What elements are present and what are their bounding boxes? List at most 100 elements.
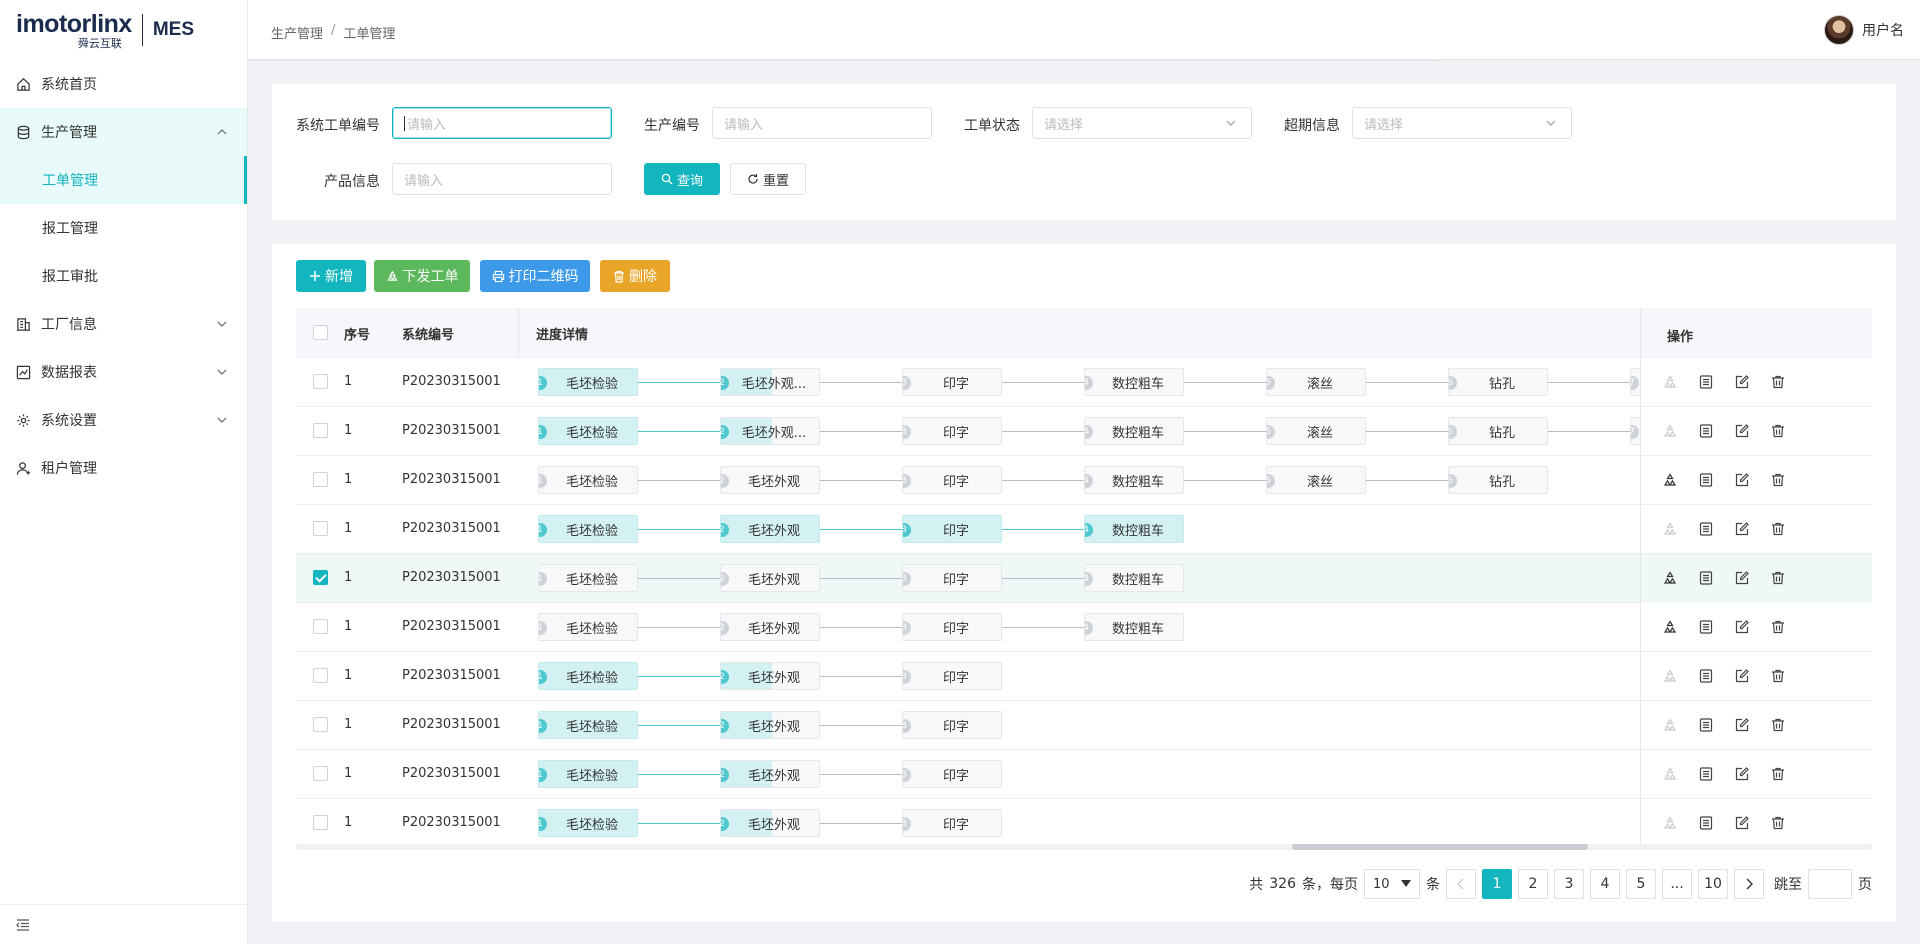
progress-step[interactable]: 7螺纹 [1630,368,1640,396]
page-4-button[interactable]: 4 [1590,869,1620,899]
progress-step[interactable]: 3 印字 [902,613,1002,641]
dispatch-icon[interactable] [1661,667,1679,685]
detail-icon[interactable] [1697,716,1715,734]
horizontal-scrollbar[interactable] [296,844,1872,850]
query-button[interactable]: 查询 [644,163,720,195]
progress-step[interactable]: 4 数控粗车 [1084,564,1184,592]
progress-step[interactable]: 2 毛坯外观... [720,417,820,445]
detail-icon[interactable] [1697,765,1715,783]
select-all-checkbox[interactable] [313,325,328,340]
progress-step[interactable]: 1 毛坯检验 [538,760,638,788]
reset-button[interactable]: 重置 [730,163,806,195]
edit-icon[interactable] [1733,422,1751,440]
row-checkbox[interactable] [313,717,328,732]
progress-step[interactable]: 1 毛坯检验 [538,711,638,739]
add-button[interactable]: 新增 [296,260,366,292]
progress-step[interactable]: 5 滚丝 [1266,417,1366,445]
row-checkbox[interactable] [313,423,328,438]
sidebar-item-production[interactable]: 生产管理 [0,108,247,156]
edit-icon[interactable] [1733,471,1751,489]
table-row[interactable]: 1 P20230315001 1 毛坯检验 2 毛坯外观 3 印字 4 数控粗车 5 滚丝 6 钻孔 [296,456,1872,505]
dispatch-icon[interactable] [1661,716,1679,734]
dispatch-icon[interactable] [1661,373,1679,391]
sidebar-item-settings[interactable]: 系统设置 [0,396,247,444]
edit-icon[interactable] [1733,667,1751,685]
sidebar-item-factory[interactable]: 工厂信息 [0,300,247,348]
page-ellipsis[interactable]: ... [1662,869,1692,899]
progress-step[interactable]: 3 印字 [902,564,1002,592]
row-sysno[interactable]: P20230315001 [402,570,501,585]
table-row[interactable]: 1 P20230315001 1 毛坯检验 2 毛坯外观 3 印字 [296,750,1872,799]
sidebar-item-tenants[interactable]: 租户管理 [0,444,247,492]
table-row[interactable]: 1 P20230315001 1 毛坯检验 2 毛坯外观 3 印字 4 数控粗车 [296,554,1872,603]
detail-icon[interactable] [1697,569,1715,587]
dispatch-icon[interactable] [1661,569,1679,587]
progress-step[interactable]: 1 毛坯检验 [538,662,638,690]
trash-icon[interactable] [1769,716,1787,734]
progress-step[interactable]: 7螺纹 [1630,417,1640,445]
detail-icon[interactable] [1697,618,1715,636]
edit-icon[interactable] [1733,618,1751,636]
edit-icon[interactable] [1733,716,1751,734]
row-checkbox[interactable] [313,521,328,536]
progress-step[interactable]: 2 毛坯外观 [720,711,820,739]
jump-page-input[interactable] [1808,869,1852,899]
product-input[interactable]: 请输入 [392,163,612,195]
row-sysno[interactable]: P20230315001 [402,521,501,536]
progress-step[interactable]: 3 印字 [902,760,1002,788]
dispatch-button[interactable]: 下发工单 [374,260,470,292]
progress-step[interactable]: 4 数控粗车 [1084,515,1184,543]
progress-step[interactable]: 3 印字 [902,417,1002,445]
scrollbar-thumb[interactable] [1292,844,1588,850]
page-1-button[interactable]: 1 [1482,869,1512,899]
sidebar-item-reports[interactable]: 报工管理 [0,204,247,252]
row-sysno[interactable]: P20230315001 [402,472,501,487]
progress-step[interactable]: 3 印字 [902,466,1002,494]
row-checkbox[interactable] [313,668,328,683]
breadcrumb-item-production[interactable]: 生产管理 [271,23,323,42]
page-10-button[interactable]: 10 [1698,869,1728,899]
row-sysno[interactable]: P20230315001 [402,766,501,781]
progress-step[interactable]: 3 印字 [902,809,1002,837]
progress-step[interactable]: 2 毛坯外观... [720,368,820,396]
trash-icon[interactable] [1769,667,1787,685]
trash-icon[interactable] [1769,765,1787,783]
avatar[interactable] [1824,15,1854,45]
page-3-button[interactable]: 3 [1554,869,1584,899]
row-sysno[interactable]: P20230315001 [402,619,501,634]
row-sysno[interactable]: P20230315001 [402,668,501,683]
trash-icon[interactable] [1769,422,1787,440]
user-name[interactable]: 用户名 [1862,20,1904,40]
trash-icon[interactable] [1769,618,1787,636]
status-select[interactable]: 请选择 [1032,107,1252,139]
sidebar-item-report-approval[interactable]: 报工审批 [0,252,247,300]
table-row[interactable]: 1 P20230315001 1 毛坯检验 2 毛坯外观 3 印字 [296,701,1872,750]
row-sysno[interactable]: P20230315001 [402,717,501,732]
table-row[interactable]: 1 P20230315001 1 毛坯检验 2 毛坯外观 3 印字 4 数控粗车 [296,505,1872,554]
delete-button[interactable]: 删除 [600,260,670,292]
overdue-select[interactable]: 请选择 [1352,107,1572,139]
progress-step[interactable]: 2 毛坯外观 [720,515,820,543]
edit-icon[interactable] [1733,373,1751,391]
progress-step[interactable]: 1 毛坯检验 [538,368,638,396]
detail-icon[interactable] [1697,422,1715,440]
progress-step[interactable]: 5 滚丝 [1266,466,1366,494]
progress-step[interactable]: 3 印字 [902,662,1002,690]
row-checkbox[interactable] [313,570,328,585]
progress-step[interactable]: 2 毛坯外观 [720,662,820,690]
dispatch-icon[interactable] [1661,471,1679,489]
prod-no-input[interactable]: 请输入 [712,107,932,139]
page-2-button[interactable]: 2 [1518,869,1548,899]
progress-step[interactable]: 2 毛坯外观 [720,809,820,837]
progress-step[interactable]: 3 印字 [902,515,1002,543]
trash-icon[interactable] [1769,520,1787,538]
edit-icon[interactable] [1733,569,1751,587]
row-sysno[interactable]: P20230315001 [402,374,501,389]
progress-step[interactable]: 4 数控粗车 [1084,368,1184,396]
progress-step[interactable]: 1 毛坯检验 [538,613,638,641]
progress-step[interactable]: 2 毛坯外观 [720,613,820,641]
sidebar-item-data-reports[interactable]: 数据报表 [0,348,247,396]
dispatch-icon[interactable] [1661,422,1679,440]
page-5-button[interactable]: 5 [1626,869,1656,899]
progress-step[interactable]: 1 毛坯检验 [538,809,638,837]
